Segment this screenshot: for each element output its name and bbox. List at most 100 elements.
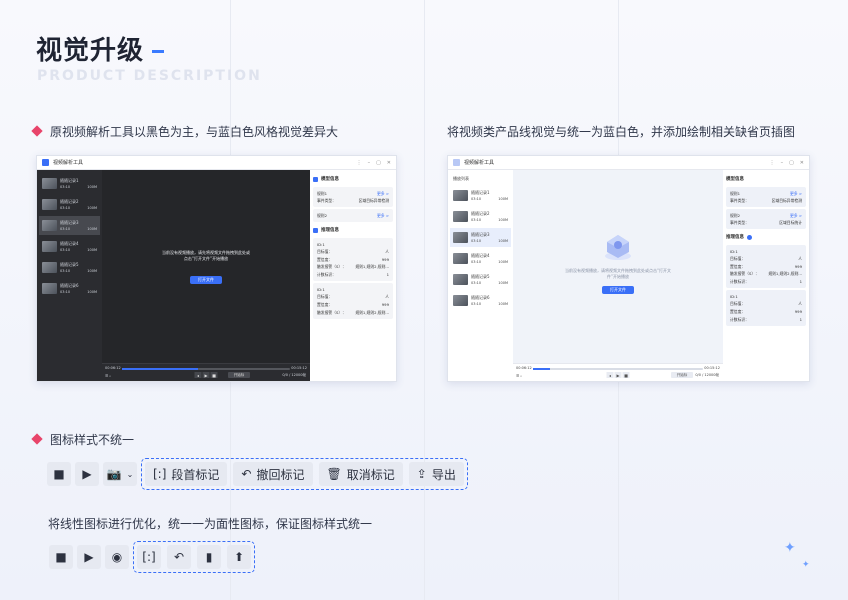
stop-icon[interactable]: ■	[622, 372, 630, 378]
video-thumbnail	[42, 220, 57, 231]
list-item[interactable]: 随随记录2 03:10 100M	[39, 195, 100, 214]
minimize-icon[interactable]: –	[781, 160, 784, 166]
target-icon	[313, 227, 318, 233]
list-icon[interactable]: ☰ ⌕	[105, 374, 111, 378]
video-area: 当前没有视频播放，请先将视频文件拖拽到此处或点击“打开文件”开始播放 打开文件 …	[102, 170, 310, 381]
export-icon: ⬆	[233, 550, 245, 564]
cancel-mark-button[interactable]: ▮	[197, 545, 221, 569]
app-window-dark: 视频解析工具 ⋮ – ▢ ✕ 随随记录1 03:10 100M 随随记录2 03:10 100…	[36, 155, 397, 382]
maximize-icon[interactable]: ▢	[376, 160, 381, 166]
export-button[interactable]: ⇪ 导出	[408, 462, 464, 486]
mark-tools-group: [:] ↶ ▮ ⬆	[133, 541, 255, 573]
list-item[interactable]: 随随记录5 03:10 100M	[450, 270, 511, 289]
undo-icon: ↶	[241, 467, 252, 481]
video-area: 当前没有视频播放，请将视频文件拖拽到此处或点击“打开文件”开始播放 打开文件 0…	[513, 170, 723, 381]
play-icon[interactable]: ▶	[614, 372, 622, 378]
stop-icon: ■	[53, 467, 65, 481]
list-item[interactable]: 随随记录1 03:10 100M	[39, 174, 100, 193]
minimize-icon[interactable]: –	[368, 160, 371, 166]
open-file-button[interactable]: 打开文件	[602, 286, 634, 294]
progress-track[interactable]	[122, 368, 290, 370]
model-icon	[313, 176, 318, 182]
stop-icon: ■	[55, 550, 67, 564]
segment-mark-button[interactable]: [:] 段首标记	[145, 462, 228, 486]
video-thumbnail	[42, 262, 57, 273]
more-link[interactable]: 更多 >	[377, 190, 389, 197]
segment-mark-button[interactable]: [:]	[137, 545, 161, 569]
open-file-button[interactable]: 打开文件	[190, 276, 222, 284]
prev-icon[interactable]: ◂	[606, 372, 614, 378]
bracket-icon: [:]	[142, 550, 156, 564]
diamond-icon	[31, 125, 43, 137]
stop-button[interactable]: ■	[49, 545, 73, 569]
menu-icon[interactable]: ⋮	[357, 160, 362, 166]
undo-mark-button[interactable]: ↶	[167, 545, 191, 569]
id-card: ID:1 目标值：人 置信度： 999 触发报警（S）： 规则1,规则2,规则...…	[313, 238, 393, 282]
list-item[interactable]: 随随记录5 03:10 100M	[39, 258, 100, 277]
time-current: 00:06:12	[105, 366, 121, 370]
play-icon: ▶	[84, 550, 94, 564]
toolbar-new: ■ ▶ ◉ [:] ↶ ▮ ⬆	[49, 541, 255, 573]
more-link[interactable]: 更多 >	[790, 212, 802, 219]
empty-tip: 当前没有视频播放，请将视频文件拖拽到此处或点击“打开文件”开始播放	[564, 268, 672, 279]
progress-track[interactable]	[533, 368, 703, 370]
id-card: ID:1 目标值：人 置信度： 999 触发报警（S）： 规则1,规则2,规则...	[313, 283, 393, 320]
maximize-icon[interactable]: ▢	[789, 160, 794, 166]
title-accent	[152, 50, 165, 53]
play-button[interactable]: ▶	[75, 462, 99, 486]
grid-line	[424, 0, 425, 600]
mark-button[interactable]: 开始标	[228, 372, 250, 378]
section-label-new: 将视频类产品线视觉与统一为蓝白色，并添加绘制相关缺省页插图	[447, 125, 796, 139]
video-thumbnail	[453, 295, 468, 306]
time-total: 00:15:12	[291, 366, 307, 370]
prev-icon[interactable]: ◂	[194, 372, 202, 378]
video-thumbnail	[453, 190, 468, 201]
list-item[interactable]: 随随记录6 03:10 100M	[39, 279, 100, 298]
title-bar: 视频解析工具 ⋮ – ▢ ✕	[37, 156, 396, 170]
trash-icon: 🗑	[326, 467, 342, 481]
page-subtitle: PRODUCT DESCRIPTION	[37, 68, 262, 84]
screenshot-button[interactable]: ◉	[105, 545, 129, 569]
play-icon: ▶	[82, 467, 92, 481]
camera-icon: 📷	[106, 467, 122, 481]
video-thumbnail	[42, 199, 57, 210]
video-viewport: 当前没有视频播放，请先将视频文件拖拽到此处或点击“打开文件”开始播放 打开文件	[102, 170, 310, 363]
play-icon[interactable]: ▶	[202, 372, 210, 378]
stop-button[interactable]: ■	[47, 462, 71, 486]
info-panel: 模型信息 规则1 更多 > 事件类型： 区域目标异常检测 规则2 更多 > 事件类型： 区域…	[723, 170, 809, 381]
video-list: 随随记录1 03:10 100M 随随记录2 03:10 100M 随随记录3 03:10…	[37, 170, 102, 381]
list-item[interactable]: 随随记录4 03:10 100M	[450, 249, 511, 268]
list-item-selected[interactable]: 随随记录3 03:10 100M	[39, 216, 100, 235]
mark-button[interactable]: 开始标	[671, 372, 693, 378]
list-item[interactable]: 随随记录6 03:10 100M	[450, 291, 511, 310]
list-item-selected[interactable]: 随随记录3 03:10 100M	[450, 228, 511, 247]
list-item[interactable]: 随随记录4 03:10 100M	[39, 237, 100, 256]
rule-card: 规则1 更多 > 事件类型： 区域目标异常检测	[313, 187, 393, 207]
close-icon[interactable]: ✕	[387, 160, 391, 166]
cancel-mark-button[interactable]: 🗑 取消标记	[318, 462, 403, 486]
id-card: ID:1 目标值：人 置信度： 999 计数标识： 1	[726, 290, 806, 327]
more-link[interactable]: 更多 >	[790, 190, 802, 197]
video-thumbnail	[42, 241, 57, 252]
rule-card: 规则2 更多 > 事件类型： 区域目标统计	[726, 209, 806, 229]
app-logo-icon	[453, 159, 460, 166]
list-item[interactable]: 随随记录2 03:10 100M	[450, 207, 511, 226]
undo-icon: ↶	[173, 550, 185, 564]
video-thumbnail	[453, 211, 468, 222]
menu-icon[interactable]: ⋮	[770, 160, 775, 166]
progress-fill	[122, 368, 198, 370]
trash-icon: ▮	[205, 550, 213, 564]
undo-mark-button[interactable]: ↶ 撤回标记	[233, 462, 313, 486]
id-card: ID:1 目标值：人 置信度： 999 触发报警（S）： 规则1,规则2,规则...…	[726, 245, 806, 289]
sparkle-decoration: ✦	[802, 560, 810, 570]
info-icon	[747, 234, 752, 240]
play-button[interactable]: ▶	[77, 545, 101, 569]
export-button[interactable]: ⬆	[227, 545, 251, 569]
close-icon[interactable]: ✕	[800, 160, 804, 166]
stop-icon[interactable]: ■	[210, 372, 218, 378]
screenshot-button[interactable]: 📷 ⌄	[103, 462, 137, 486]
bracket-icon: [:]	[153, 467, 167, 481]
list-item[interactable]: 随随记录1 03:10 100M	[450, 186, 511, 205]
more-link[interactable]: 更多 >	[377, 212, 389, 219]
list-icon[interactable]: ☰ ⌕	[516, 374, 522, 378]
